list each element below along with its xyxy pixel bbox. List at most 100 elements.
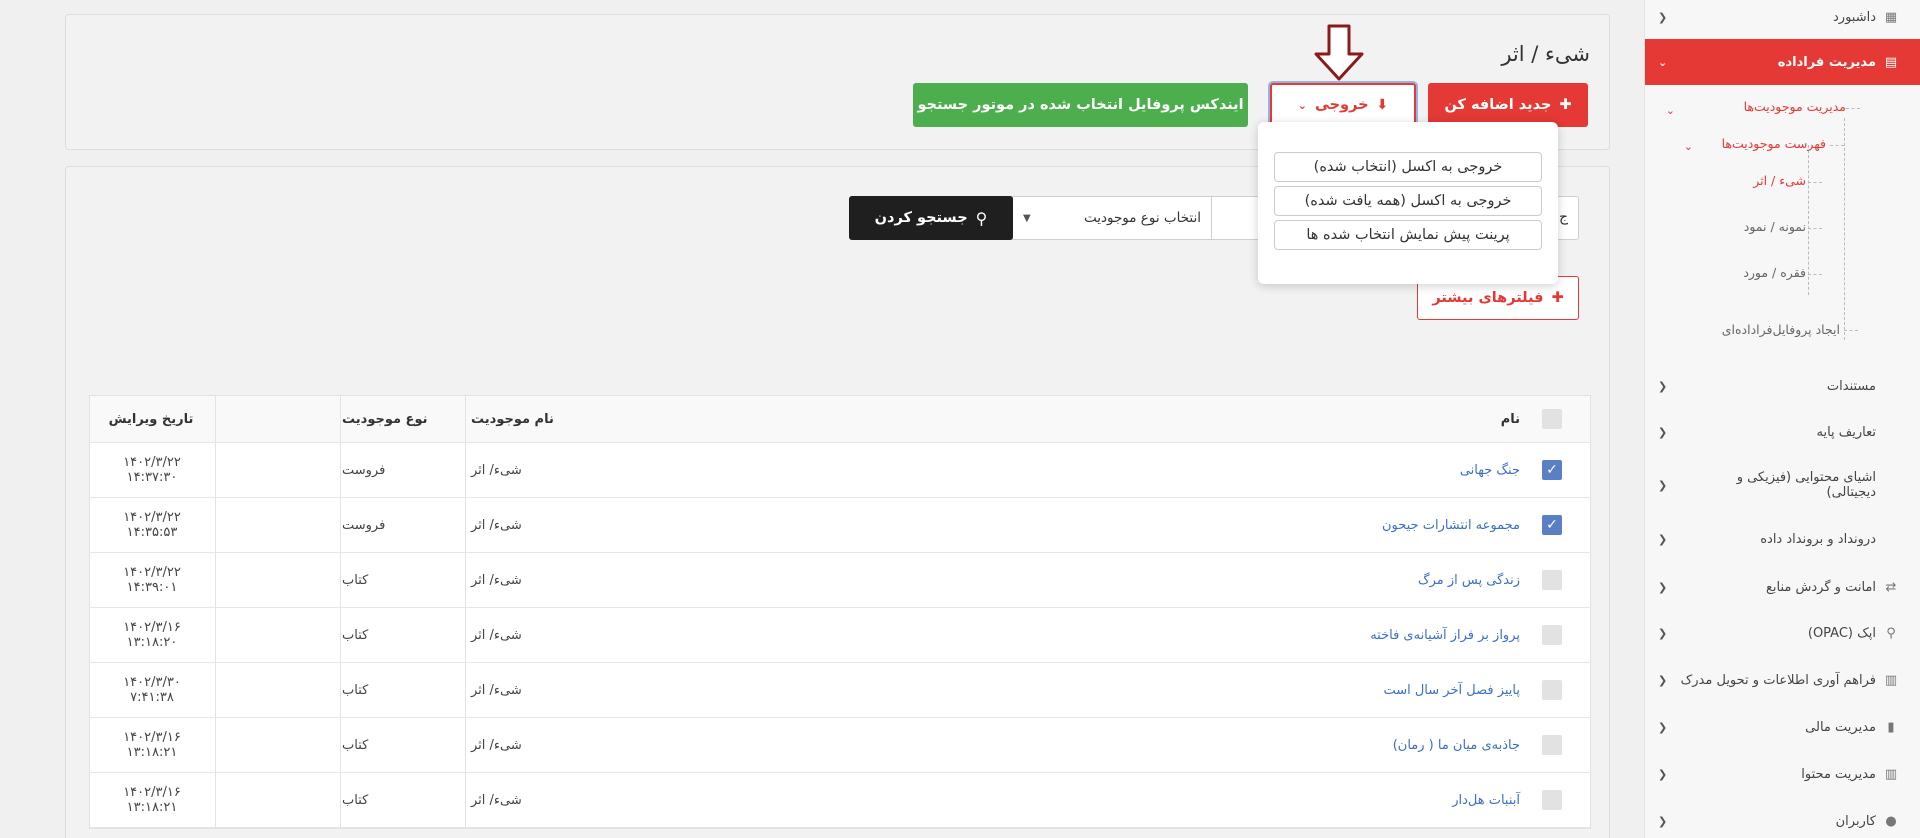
tree-dash [1808, 228, 1822, 229]
export-excel-selected[interactable]: خروجی به اکسل (انتخاب شده) [1274, 152, 1542, 182]
results-table: نام نام موجودیت نوع موجودیت تاریخ ویرایش… [89, 395, 1591, 829]
row-entity-name: شیء/ اثر [471, 517, 522, 533]
table-row[interactable]: زندگی پس از مرگ شیء/ اثر کتاب ۱۴۰۲/۳/۲۲ … [90, 553, 1590, 608]
tree-dash [1844, 330, 1858, 331]
chevron-left-icon: ❮ [1658, 532, 1668, 546]
sidebar-item-io[interactable]: درونداد و برونداد داده ❮ [1645, 522, 1920, 556]
sidebar-item-finance[interactable]: ▮ مدیریت مالی ❮ [1645, 710, 1920, 744]
row-name-link[interactable]: مجموعه انتشارات جیحون [1382, 498, 1520, 552]
sidebar: ▦ داشبورد ❮ ▤ مدیریت فراداده ⌄ مدیریت مو… [1644, 0, 1920, 838]
bar-chart-icon: ▮ [1887, 719, 1895, 735]
sidebar-item-entity-list[interactable]: فهرست موجودیت‌ها [1722, 136, 1826, 151]
search-icon: ⚲ [1886, 625, 1896, 641]
chevron-down-icon: ⌄ [1297, 98, 1307, 112]
book-icon: ▥ [1884, 766, 1898, 782]
export-dropdown: خروجی به اکسل (انتخاب شده) خروجی به اکسل… [1258, 122, 1558, 284]
table-row[interactable]: ✓ مجموعه انتشارات جیحون شیء/ اثر فروست ۱… [90, 498, 1590, 553]
chevron-left-icon: ❮ [1658, 425, 1668, 439]
dashboard-icon: ▦ [1884, 9, 1898, 25]
row-entity-name: شیء/ اثر [471, 572, 522, 588]
chevron-down-icon: ⌄ [1665, 104, 1675, 117]
table-row[interactable]: پاییز فصل آخر سال است شیء/ اثر کتاب ۱۴۰۲… [90, 663, 1590, 718]
row-checkbox[interactable] [1542, 625, 1562, 645]
chevron-left-icon: ❮ [1658, 767, 1668, 781]
plus-icon: ✚ [1551, 290, 1564, 306]
header-edit-date[interactable]: تاریخ ویرایش [90, 396, 212, 442]
user-icon: ● [1885, 813, 1897, 829]
page-title: شیء / اثر [1501, 42, 1590, 66]
row-entity-type: کتاب [342, 627, 369, 643]
row-checkbox[interactable]: ✓ [1542, 515, 1562, 535]
row-entity-type: فروست [342, 462, 386, 478]
sidebar-item-metadata[interactable]: ▤ مدیریت فراداده ⌄ [1645, 39, 1920, 85]
row-entity-type: کتاب [342, 792, 369, 808]
caret-down-icon: ▼ [1023, 212, 1031, 224]
print-preview-selected[interactable]: پرینت پیش نمایش انتخاب شده ها [1274, 220, 1542, 250]
export-button[interactable]: ⬇ خروجی ⌄ [1268, 81, 1418, 129]
row-edit-date: ۱۴۰۲/۳/۳۰ ۷:۴۱:۳۸ [123, 675, 181, 705]
chevron-left-icon: ❮ [1658, 720, 1668, 734]
row-edit-date: ۱۴۰۲/۳/۱۶ ۱۳:۱۸:۲۱ [123, 785, 181, 815]
search-button[interactable]: ⚲ جستجو کردن [849, 196, 1013, 240]
entity-type-select[interactable]: انتخاب نوع موجودیت ▼ [1012, 196, 1212, 240]
sidebar-item-content-objects[interactable]: اشیای محتوایی (فیزیکی و دیجیتالی) ❮ [1645, 465, 1920, 505]
chevron-left-icon: ❮ [1658, 626, 1668, 640]
sidebar-item-users[interactable]: ● کاربران ❮ [1645, 804, 1920, 838]
arrow-down-icon [1314, 24, 1364, 81]
header-entity-name[interactable]: نام موجودیت [471, 396, 587, 442]
row-checkbox[interactable] [1542, 680, 1562, 700]
table-row[interactable]: جاذبه‌ی میان ما ( رمان) شیء/ اثر کتاب ۱۴… [90, 718, 1590, 773]
row-entity-type: کتاب [342, 572, 369, 588]
row-name-link[interactable]: زندگی پس از مرگ [1418, 553, 1520, 607]
table-icon: ▤ [1884, 54, 1898, 70]
row-entity-name: شیء/ اثر [471, 682, 522, 698]
table-row[interactable]: پرواز بر فراز آشیانه‌ی فاخته شیء/ اثر کت… [90, 608, 1590, 663]
table-row[interactable]: ✓ جنگ جهانی شیء/ اثر فروست ۱۴۰۲/۳/۲۲ ۱۴:… [90, 443, 1590, 498]
sidebar-item-base-defs[interactable]: تعاریف پایه ❮ [1645, 415, 1920, 449]
index-profile-button[interactable]: ایندکس پروفایل انتخاب شده در موتور جستجو [913, 83, 1248, 127]
sidebar-item-dashboard[interactable]: ▦ داشبورد ❮ [1645, 0, 1920, 34]
sidebar-item-entities[interactable]: مدیریت موجودیت‌ها [1744, 99, 1846, 114]
sidebar-item-item[interactable]: فقره / مورد [1743, 265, 1806, 280]
table-row[interactable]: آبنبات هل‌دار شیء/ اثر کتاب ۱۴۰۲/۳/۱۶ ۱۳… [90, 773, 1590, 828]
sidebar-item-instance[interactable]: نمونه / نمود [1744, 219, 1806, 234]
sidebar-item-acquisition[interactable]: ▥ فراهم آوری اطلاعات و تحویل مدرک ❮ [1645, 663, 1920, 697]
row-name-link[interactable]: جنگ جهانی [1460, 443, 1520, 497]
chevron-left-icon: ❮ [1658, 580, 1668, 594]
book-icon: ▥ [1884, 672, 1898, 688]
row-name-link[interactable]: آبنبات هل‌دار [1452, 773, 1520, 827]
row-entity-name: شیء/ اثر [471, 737, 522, 753]
row-entity-name: شیء/ اثر [471, 792, 522, 808]
tree-line [1844, 118, 1845, 340]
row-entity-type: کتاب [342, 737, 369, 753]
tree-dash [1830, 145, 1844, 146]
download-icon: ⬇ [1376, 97, 1389, 113]
row-checkbox[interactable]: ✓ [1542, 460, 1562, 480]
sidebar-item-content[interactable]: ▥ مدیریت محتوا ❮ [1645, 757, 1920, 791]
row-name-link[interactable]: پرواز بر فراز آشیانه‌ی فاخته [1370, 608, 1520, 662]
tree-dash [1846, 108, 1860, 109]
row-edit-date: ۱۴۰۲/۳/۱۶ ۱۳:۱۸:۲۱ [123, 730, 181, 760]
chevron-left-icon: ❮ [1658, 673, 1668, 687]
row-name-link[interactable]: پاییز فصل آخر سال است [1383, 663, 1520, 717]
row-checkbox[interactable] [1542, 735, 1562, 755]
row-checkbox[interactable] [1542, 790, 1562, 810]
row-edit-date: ۱۴۰۲/۳/۲۲ ۱۴:۳۵:۵۳ [123, 510, 181, 540]
add-new-button[interactable]: ✚ جدید اضافه کن [1428, 83, 1588, 127]
export-excel-all[interactable]: خروجی به اکسل (همه یافت شده) [1274, 186, 1542, 216]
sidebar-item-object[interactable]: شیء / اثر [1753, 173, 1806, 188]
chevron-left-icon: ❮ [1658, 478, 1668, 492]
search-icon: ⚲ [975, 208, 988, 228]
sidebar-item-opac[interactable]: ⚲ اپک (OPAC) ❮ [1645, 616, 1920, 650]
sidebar-item-documents[interactable]: مستندات ❮ [1645, 369, 1920, 403]
chevron-down-icon: ⌄ [1658, 55, 1668, 69]
sidebar-item-create-profile[interactable]: ایجاد پروفایل‌فراداده‌ای [1722, 322, 1840, 337]
select-all-checkbox[interactable] [1542, 409, 1562, 429]
row-name-link[interactable]: جاذبه‌ی میان ما ( رمان) [1393, 718, 1520, 772]
tree-dash [1808, 274, 1822, 275]
header-name[interactable]: نام [1501, 396, 1520, 442]
header-entity-type[interactable]: نوع موجودیت [342, 396, 462, 442]
row-checkbox[interactable] [1542, 570, 1562, 590]
sidebar-item-circulation[interactable]: ⇄ امانت و گردش منابع ❮ [1645, 570, 1920, 604]
table-body: ✓ جنگ جهانی شیء/ اثر فروست ۱۴۰۲/۳/۲۲ ۱۴:… [90, 443, 1590, 828]
